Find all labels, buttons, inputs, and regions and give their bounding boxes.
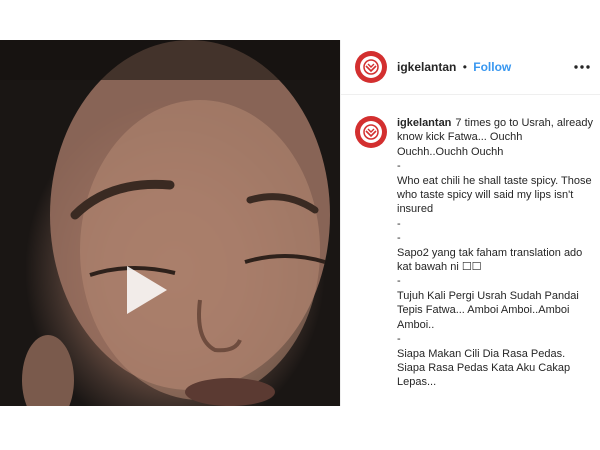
caption-line: Who eat chili he shall taste spicy. Thos… <box>397 174 592 216</box>
caption-line: Sapo2 yang tak faham translation ado kat… <box>397 246 583 274</box>
caption-line: - <box>397 333 401 346</box>
caption-avatar-icon[interactable] <box>355 116 387 148</box>
video-frame <box>0 40 340 406</box>
video-player[interactable] <box>0 40 340 406</box>
caption-line: - <box>397 232 401 245</box>
caption-username[interactable]: igkelantan <box>397 117 451 129</box>
caption-line: - <box>397 217 401 230</box>
play-icon <box>127 266 167 314</box>
caption-line: Siapa Makan Cili Dia Rasa Pedas. Siapa R… <box>397 347 571 389</box>
follow-button[interactable]: Follow <box>473 60 511 74</box>
post-sidebar: igkelantan • Follow igkelantan 7 times go… <box>340 40 600 406</box>
igkelantan-logo-icon[interactable] <box>355 51 387 83</box>
header-line: igkelantan • Follow <box>397 60 511 74</box>
caption-line: - <box>397 275 401 288</box>
caption-line: - <box>397 160 401 173</box>
header-username[interactable]: igkelantan <box>397 60 456 74</box>
post-header: igkelantan • Follow <box>341 40 600 95</box>
instagram-post: igkelantan • Follow igkelantan 7 times go… <box>0 40 600 406</box>
more-options-icon[interactable] <box>573 64 591 70</box>
post-caption: igkelantan 7 times go to Usrah, already k… <box>397 116 593 390</box>
play-button[interactable] <box>113 260 173 320</box>
caption-line: Tujuh Kali Pergi Usrah Sudah Pandai Tepi… <box>397 289 579 331</box>
separator-dot: • <box>462 60 467 74</box>
